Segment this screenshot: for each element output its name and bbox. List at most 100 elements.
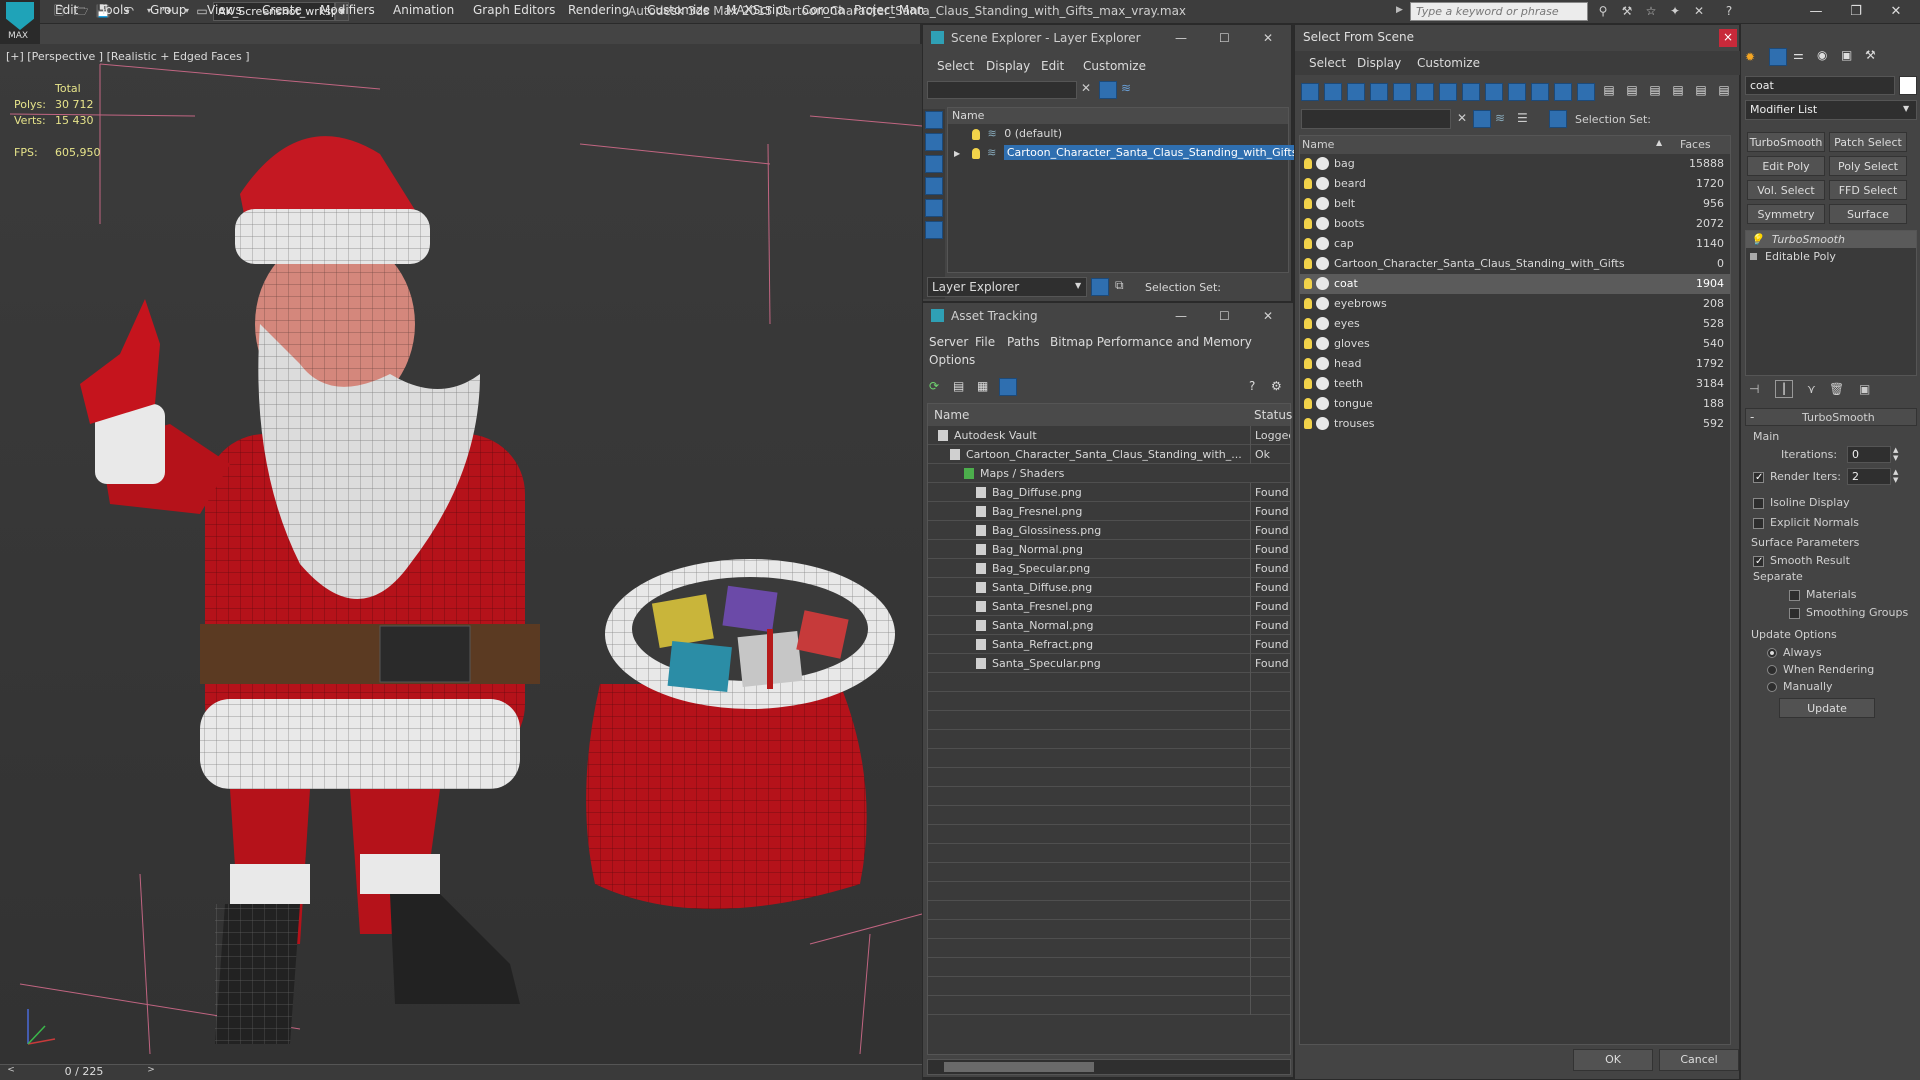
minimize-button[interactable]: —: [1796, 0, 1836, 24]
at-col-status[interactable]: Status: [1254, 408, 1292, 422]
iterations-spinner[interactable]: 0: [1847, 446, 1891, 463]
iterations-spinner-arrows-icon[interactable]: ▲ ▼: [1893, 446, 1898, 462]
at-asset-row[interactable]: Bag_Normal.png Found: [928, 540, 1290, 559]
sfs-object-row[interactable]: cap 1140: [1300, 234, 1730, 254]
sfs-menu-customize[interactable]: Customize: [1417, 56, 1480, 70]
modifier-stack[interactable]: 💡 TurboSmooth Editable Poly: [1745, 230, 1917, 376]
se-display-helpers-icon[interactable]: [925, 199, 943, 217]
at-thumbnail-icon[interactable]: ▦: [977, 379, 988, 393]
display-frozen-icon[interactable]: [1531, 83, 1549, 101]
sfs-ok-button[interactable]: OK: [1573, 1049, 1653, 1071]
configure-sets-icon[interactable]: ▣: [1859, 382, 1870, 396]
se-display-cameras-icon[interactable]: [925, 177, 943, 195]
frame-counter[interactable]: 0 / 225: [24, 1065, 144, 1080]
light-bulb-icon[interactable]: [1304, 258, 1312, 269]
display-hidden-icon[interactable]: [1554, 83, 1572, 101]
se-layers-icon[interactable]: ≋: [1121, 81, 1131, 95]
modifier-stack-item[interactable]: 💡 TurboSmooth: [1746, 231, 1916, 248]
remove-modifier-icon[interactable]: 🗑: [1829, 382, 1844, 396]
utilities-tab-icon[interactable]: ⚒: [1865, 48, 1876, 62]
at-asset-row[interactable]: Cartoon_Character_Santa_Claus_Standing_w…: [928, 445, 1290, 464]
select-invert-icon[interactable]: ▤: [1647, 83, 1663, 101]
asset-tracking-titlebar[interactable]: Asset Tracking — ☐ ✕: [923, 303, 1293, 329]
sfs-cancel-button[interactable]: Cancel: [1659, 1049, 1739, 1071]
light-bulb-icon[interactable]: [1304, 378, 1312, 389]
display-tab-icon[interactable]: ▣: [1841, 48, 1852, 62]
at-col-name[interactable]: Name: [934, 408, 969, 422]
select-none-icon[interactable]: ▤: [1624, 83, 1640, 101]
render-iters-spinner-arrows-icon[interactable]: ▲ ▼: [1893, 468, 1898, 484]
light-bulb-icon[interactable]: [1304, 218, 1312, 229]
manually-row[interactable]: Manually: [1767, 680, 1833, 693]
object-color-swatch[interactable]: [1899, 76, 1917, 95]
sfs-menu-display[interactable]: Display: [1357, 56, 1401, 70]
materials-checkbox[interactable]: [1789, 589, 1800, 601]
collapse-icon[interactable]: -: [1750, 410, 1754, 424]
app-logo-button[interactable]: MAX: [0, 0, 40, 44]
smooth-result-checkbox[interactable]: [1753, 555, 1764, 567]
at-asset-row[interactable]: Bag_Specular.png Found: [928, 559, 1290, 578]
render-iters-spinner[interactable]: 2: [1847, 468, 1891, 485]
at-refresh-icon[interactable]: ⟳: [929, 379, 939, 393]
menu-create[interactable]: Create: [262, 3, 302, 17]
menu-graph-editors[interactable]: Graph Editors: [473, 3, 555, 17]
at-menu-server[interactable]: Server: [929, 335, 968, 349]
sfs-object-row[interactable]: boots 2072: [1300, 214, 1730, 234]
sfs-col-faces[interactable]: Faces: [1680, 138, 1711, 151]
at-asset-row[interactable]: Santa_Diffuse.png Found: [928, 578, 1290, 597]
se-display-geometry-icon[interactable]: [925, 111, 943, 129]
light-bulb-icon[interactable]: [1304, 358, 1312, 369]
at-asset-row[interactable]: Bag_Glossiness.png Found: [928, 521, 1290, 540]
modifier-button-ffd-select[interactable]: FFD Select: [1829, 180, 1907, 200]
at-table-icon[interactable]: [999, 378, 1017, 396]
object-name-field[interactable]: coat: [1745, 76, 1895, 95]
se-menu-select[interactable]: Select: [937, 59, 974, 73]
display-bones-icon[interactable]: [1485, 83, 1503, 101]
restore-button[interactable]: ❐: [1836, 0, 1876, 24]
menu-rendering[interactable]: Rendering: [568, 3, 629, 17]
filter-options-icon[interactable]: ▤: [1670, 83, 1686, 101]
sfs-col-name[interactable]: Name: [1302, 138, 1334, 151]
sfs-close-button[interactable]: ×: [1719, 29, 1737, 47]
light-bulb-icon[interactable]: [1304, 298, 1312, 309]
at-menu-file[interactable]: File: [975, 335, 995, 349]
explicit-normals-row[interactable]: Explicit Normals: [1753, 516, 1859, 529]
light-bulb-icon[interactable]: [1304, 318, 1312, 329]
modifier-button-poly-select[interactable]: Poly Select: [1829, 156, 1907, 176]
se-menu-edit[interactable]: Edit: [1041, 59, 1064, 73]
when-rendering-row[interactable]: When Rendering: [1767, 663, 1874, 676]
sfs-object-row[interactable]: belt 956: [1300, 194, 1730, 214]
sfs-object-row[interactable]: teeth 3184: [1300, 374, 1730, 394]
at-asset-row[interactable]: Bag_Fresnel.png Found: [928, 502, 1290, 521]
light-bulb-icon[interactable]: 💡: [1750, 233, 1764, 246]
light-bulb-icon[interactable]: [1304, 198, 1312, 209]
asset-tracking-minimize[interactable]: —: [1175, 303, 1187, 329]
se-clear-icon[interactable]: ✕: [1081, 81, 1091, 95]
at-menu-paths[interactable]: Paths: [1007, 335, 1040, 349]
search-input[interactable]: Type a keyword or phrase: [1410, 2, 1588, 21]
sfs-object-row[interactable]: Cartoon_Character_Santa_Claus_Standing_w…: [1300, 254, 1730, 274]
modifier-button-patch-select[interactable]: Patch Select: [1829, 132, 1907, 152]
manually-radio[interactable]: [1767, 682, 1777, 692]
expand-arrow-icon[interactable]: ▶: [954, 149, 960, 158]
light-bulb-icon[interactable]: [1304, 338, 1312, 349]
modifier-button-edit-poly[interactable]: Edit Poly: [1747, 156, 1825, 176]
sfs-object-row[interactable]: tongue 188: [1300, 394, 1730, 414]
light-bulb-icon[interactable]: [1304, 418, 1312, 429]
display-containers-icon[interactable]: [1508, 83, 1526, 101]
modifier-button-symmetry[interactable]: Symmetry: [1747, 204, 1825, 224]
smooth-result-row[interactable]: Smooth Result: [1753, 554, 1850, 567]
hierarchy-view-icon[interactable]: ▤: [1693, 83, 1709, 101]
subscription-icon[interactable]: ⚒: [1618, 3, 1636, 19]
perspective-viewport[interactable]: [+] [Perspective ] [Realistic + Edged Fa…: [0, 44, 922, 1064]
menu-modifiers[interactable]: Modifiers: [320, 3, 375, 17]
at-asset-row[interactable]: Maps / Shaders: [928, 464, 1290, 483]
at-asset-row[interactable]: Santa_Fresnel.png Found: [928, 597, 1290, 616]
se-filter-icon[interactable]: [1099, 81, 1117, 99]
sfs-object-row[interactable]: coat 1904: [1300, 274, 1730, 294]
always-radio[interactable]: [1767, 648, 1777, 658]
light-bulb-icon[interactable]: [1304, 238, 1312, 249]
scene-explorer-close[interactable]: ✕: [1263, 25, 1273, 51]
search-arrow-icon[interactable]: ▶: [1396, 5, 1403, 15]
se-display-shapes-icon[interactable]: [925, 133, 943, 151]
